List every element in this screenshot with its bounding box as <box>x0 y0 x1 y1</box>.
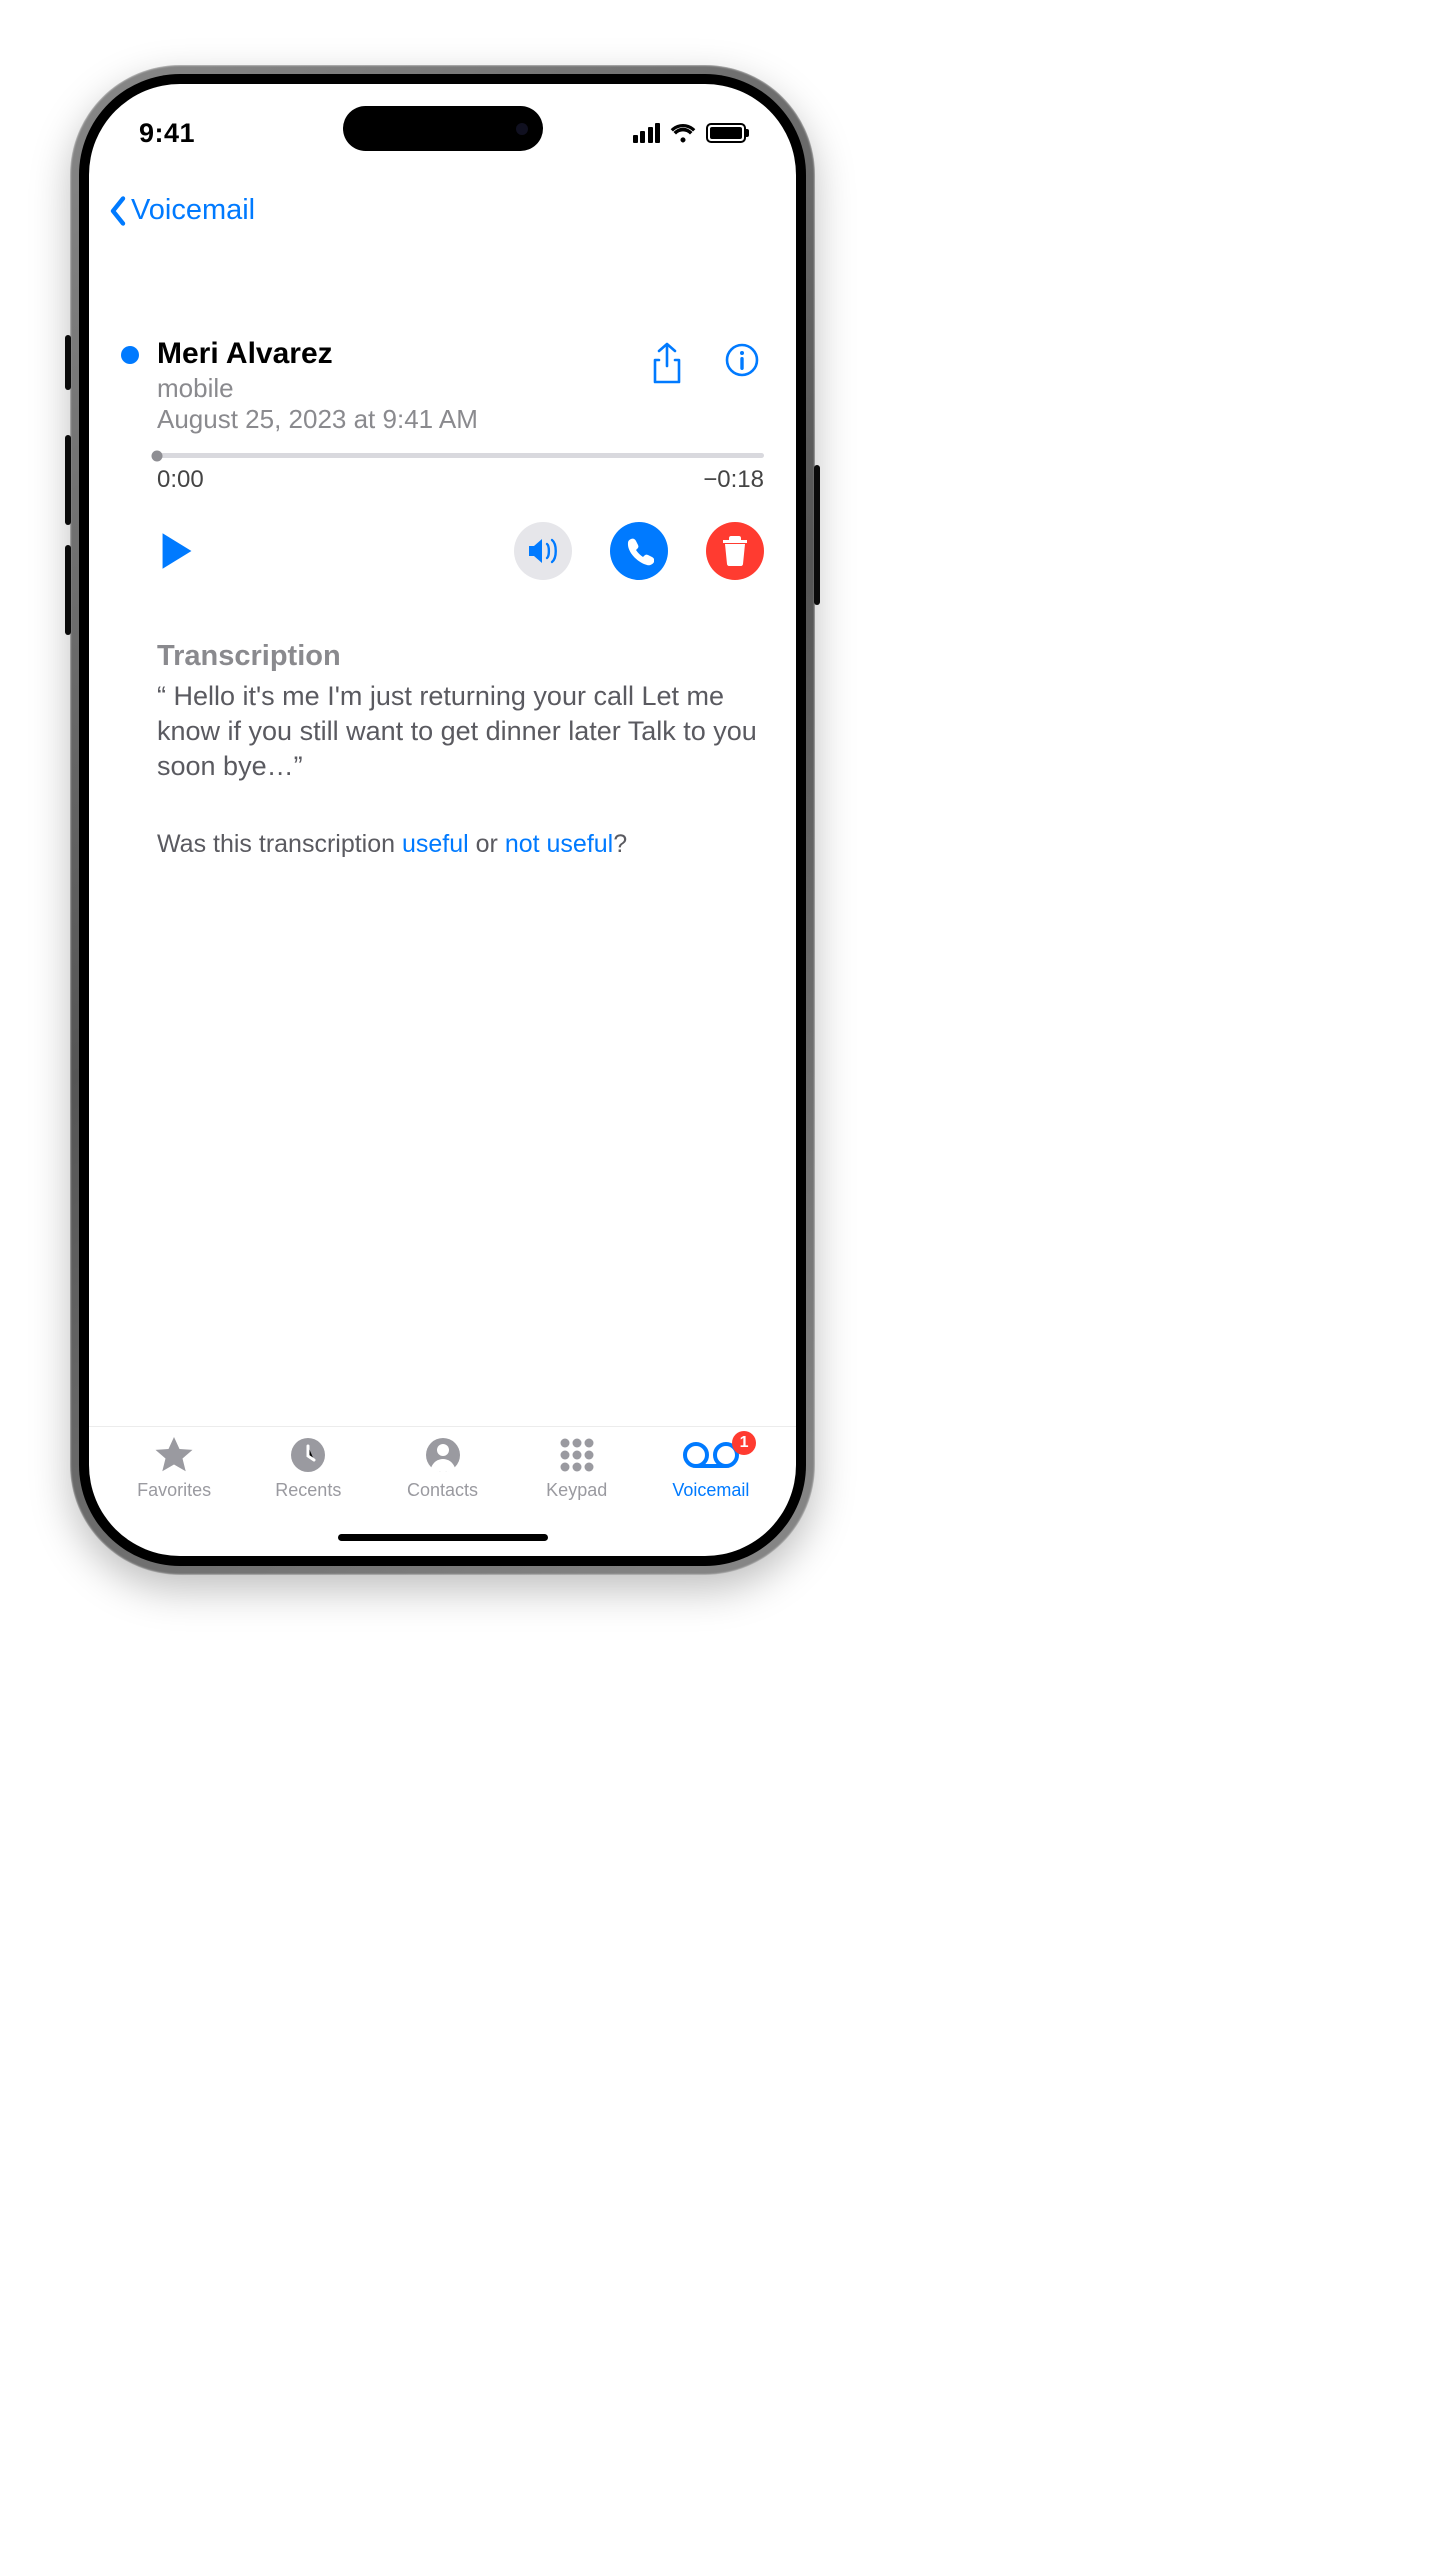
back-label: Voicemail <box>131 194 255 227</box>
share-button[interactable] <box>650 342 684 389</box>
tab-label: Favorites <box>137 1480 211 1501</box>
tab-label: Keypad <box>546 1480 607 1501</box>
cellular-signal-icon <box>633 123 661 143</box>
hw-volume-up <box>65 435 71 525</box>
play-button[interactable] <box>157 529 197 573</box>
clock-icon <box>289 1436 327 1474</box>
play-icon <box>160 531 194 571</box>
share-icon <box>650 342 684 384</box>
delete-button[interactable] <box>706 522 764 580</box>
home-indicator[interactable] <box>338 1534 548 1541</box>
hw-side-button <box>814 465 820 605</box>
hw-volume-down <box>65 545 71 635</box>
feedback-not-useful[interactable]: not useful <box>505 830 613 858</box>
screen: 9:41 Voicemail Meri Alv <box>89 84 796 1556</box>
wifi-icon <box>670 123 696 143</box>
tab-voicemail[interactable]: Voicemail 1 <box>644 1435 778 1556</box>
tab-label: Contacts <box>407 1480 478 1501</box>
chevron-left-icon <box>107 196 129 226</box>
dynamic-island <box>343 106 543 151</box>
contact-icon <box>424 1436 462 1474</box>
star-icon <box>154 1436 194 1474</box>
scrubber-thumb[interactable] <box>152 450 163 461</box>
voicemail-datetime: August 25, 2023 at 9:41 AM <box>157 404 650 435</box>
battery-icon <box>706 123 746 143</box>
back-button[interactable]: Voicemail <box>107 194 255 227</box>
device-frame: 9:41 Voicemail Meri Alv <box>70 65 815 1575</box>
phone-icon <box>624 536 654 566</box>
caller-line: mobile <box>157 372 650 405</box>
keypad-icon <box>559 1437 595 1473</box>
voicemail-detail: Meri Alvarez mobile August 25, 2023 at 9… <box>89 231 796 860</box>
call-back-button[interactable] <box>610 522 668 580</box>
feedback-useful[interactable]: useful <box>402 830 469 858</box>
voicemail-icon <box>683 1440 739 1470</box>
playback-scrubber[interactable] <box>157 453 764 458</box>
caller-name: Meri Alvarez <box>157 336 650 372</box>
voicemail-badge: 1 <box>732 1431 756 1455</box>
tab-favorites[interactable]: Favorites <box>107 1435 241 1556</box>
time-elapsed: 0:00 <box>157 466 204 494</box>
info-button[interactable] <box>724 342 760 389</box>
transcription-text: “ Hello it's me I'm just returning your … <box>157 679 764 784</box>
unread-dot <box>121 346 139 364</box>
time-remaining: −0:18 <box>703 466 764 494</box>
transcription-feedback: Was this transcription useful or not use… <box>157 830 764 859</box>
speaker-icon <box>526 536 560 566</box>
transcription-heading: Transcription <box>157 640 764 673</box>
tab-label: Recents <box>275 1480 341 1501</box>
hw-mute-switch <box>65 335 71 390</box>
speaker-button[interactable] <box>514 522 572 580</box>
trash-icon <box>722 536 748 566</box>
status-time: 9:41 <box>139 118 195 149</box>
info-icon <box>724 342 760 378</box>
tab-label: Voicemail <box>672 1480 749 1501</box>
